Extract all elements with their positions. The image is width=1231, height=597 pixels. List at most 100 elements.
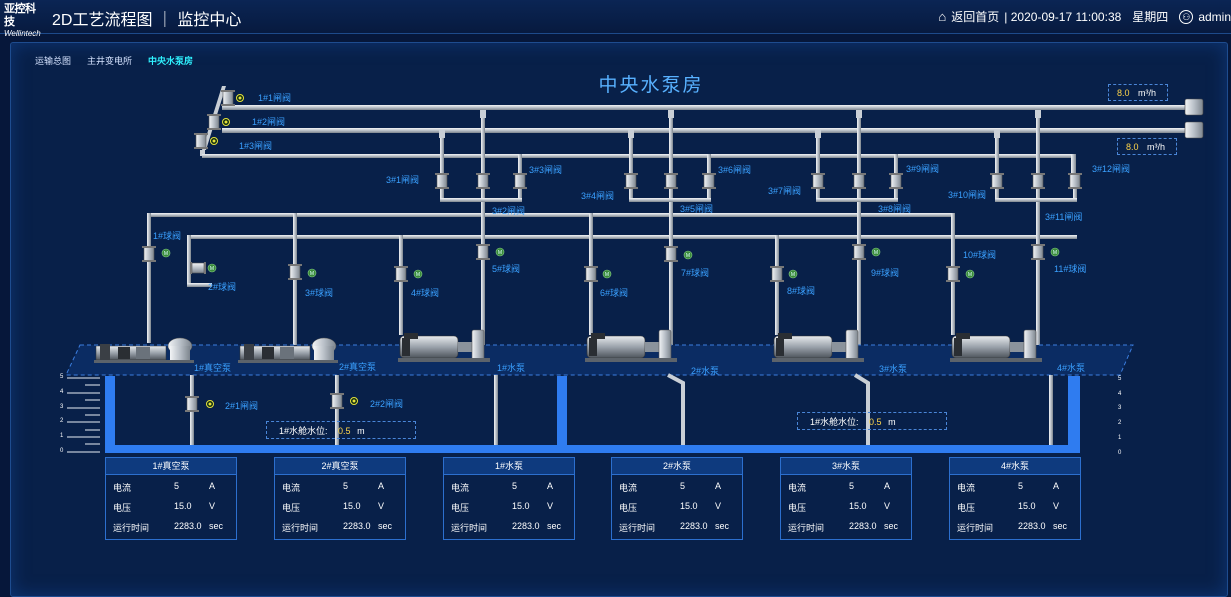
voltage-label: 电压: [957, 503, 976, 513]
scale-right-tick: 3: [1118, 405, 1122, 411]
runtime-unit: sec: [1053, 521, 1068, 531]
pump-card-pump4: 4#水泵 电流 5 A 电压 15.0 V 运行时间 2283.0 sec: [949, 457, 1081, 540]
voltage-value: 15.0: [174, 501, 192, 511]
scale-right-tick: 2: [1118, 420, 1122, 426]
equipment-label: 2#真空泵: [339, 362, 377, 372]
pump-card-vac1: 1#真空泵 电流 5 A 电压 15.0 V 运行时间 2283.0 sec: [105, 457, 237, 540]
voltage-unit: V: [209, 501, 216, 511]
equipment-label: 1#水泵: [497, 363, 526, 373]
runtime-label: 运行时间: [113, 523, 150, 533]
valve-label: 2#2闸阀: [370, 399, 404, 409]
scale-left-tick: 0: [60, 448, 64, 454]
valve-label: 5#球阀: [492, 264, 521, 274]
valve-label: 8#球阀: [787, 286, 816, 296]
scale-left-tick: 3: [60, 404, 64, 410]
water-level-2-unit: m: [888, 417, 896, 427]
equipment-label: 3#水泵: [879, 364, 908, 374]
current-unit: A: [715, 481, 722, 491]
scale-left-tick: 4: [60, 389, 64, 395]
runtime-value: 2283.0: [512, 521, 540, 531]
valve-label: 3#7闸阀: [768, 186, 802, 196]
pump-card-pump3: 3#水泵 电流 5 A 电压 15.0 V 运行时间 2283.0 sec: [780, 457, 912, 540]
current-label: 电流: [113, 483, 132, 493]
scale-right-tick: 0: [1118, 450, 1122, 456]
voltage-value: 15.0: [1018, 501, 1036, 511]
pump-card-title: 2#水泵: [612, 458, 742, 475]
water-level-1-unit: m: [357, 426, 365, 436]
voltage-unit: V: [378, 501, 385, 511]
voltage-label: 电压: [788, 503, 807, 513]
flow-meter-1-value: 8.0: [1117, 88, 1130, 98]
valve-label: 3#9闸阀: [906, 164, 940, 174]
current-label: 电流: [619, 483, 638, 493]
current-label: 电流: [451, 483, 470, 493]
valve-label: 1#球阀: [153, 231, 182, 241]
flow-meter-2-value: 8.0: [1126, 142, 1139, 152]
valve-label: 1#3闸阀: [239, 141, 273, 151]
runtime-label: 运行时间: [788, 523, 825, 533]
valve-label: 10#球阀: [963, 250, 997, 260]
valve-label: 3#8闸阀: [878, 204, 912, 214]
flow-meter-1-unit: m³/h: [1138, 88, 1157, 98]
pump-card-title: 1#水泵: [444, 458, 574, 475]
valve-label: 2#1闸阀: [225, 401, 259, 411]
runtime-value: 2283.0: [680, 521, 708, 531]
current-label: 电流: [282, 483, 301, 493]
flow-meter-2: 8.0 m³/h: [1117, 138, 1177, 155]
runtime-value: 2283.0: [849, 521, 877, 531]
current-label: 电流: [957, 483, 976, 493]
valve-label: 2#球阀: [208, 282, 237, 292]
scale-right-tick: 5: [1118, 376, 1122, 382]
runtime-unit: sec: [209, 521, 224, 531]
scale-left-tick: 1: [60, 433, 64, 439]
runtime-value: 2283.0: [1018, 521, 1046, 531]
voltage-label: 电压: [282, 503, 301, 513]
voltage-unit: V: [715, 501, 722, 511]
valve-label: 1#2闸阀: [252, 117, 286, 127]
water-level-2: 1#水舱水位: 0.5 m: [797, 412, 947, 430]
valve-label: 6#球阀: [600, 288, 629, 298]
runtime-value: 2283.0: [343, 521, 371, 531]
current-value: 5: [174, 481, 180, 491]
water-level-1: 1#水舱水位: 0.5 m: [266, 421, 416, 439]
runtime-unit: sec: [715, 521, 730, 531]
current-label: 电流: [788, 483, 807, 493]
scale-right-tick: 4: [1118, 391, 1122, 397]
current-value: 5: [343, 481, 349, 491]
current-unit: A: [1053, 481, 1060, 491]
voltage-value: 15.0: [343, 501, 361, 511]
current-value: 5: [1018, 481, 1024, 491]
water-level-2-value: 0.5: [869, 417, 882, 427]
valve-label: 7#球阀: [681, 268, 710, 278]
runtime-value: 2283.0: [174, 521, 202, 531]
voltage-label: 电压: [113, 503, 132, 513]
pump-card-title: 1#真空泵: [106, 458, 236, 475]
current-value: 5: [680, 481, 686, 491]
current-unit: A: [378, 481, 385, 491]
pump-card-title: 3#水泵: [781, 458, 911, 475]
scale-left-tick: 5: [60, 374, 64, 380]
valve-label: 3#6闸阀: [718, 165, 752, 175]
runtime-label: 运行时间: [619, 523, 656, 533]
water-level-1-value: 0.5: [338, 426, 351, 436]
current-value: 5: [849, 481, 855, 491]
valve-label: 3#球阀: [305, 288, 334, 298]
voltage-label: 电压: [619, 503, 638, 513]
pump-card-title: 4#水泵: [950, 458, 1080, 475]
valve-label: 3#11闸阀: [1045, 212, 1083, 222]
valve-label: 3#12闸阀: [1092, 164, 1131, 174]
pump-card-pump2: 2#水泵 电流 5 A 电压 15.0 V 运行时间 2283.0 sec: [611, 457, 743, 540]
valve-label: 3#2闸阀: [492, 206, 526, 216]
current-unit: A: [884, 481, 891, 491]
flow-meter-1: 8.0 m³/h: [1108, 84, 1168, 101]
current-value: 5: [512, 481, 518, 491]
runtime-label: 运行时间: [282, 523, 319, 533]
current-unit: A: [209, 481, 216, 491]
voltage-unit: V: [884, 501, 891, 511]
valve-label: 4#球阀: [411, 288, 440, 298]
pump-card-title: 2#真空泵: [275, 458, 405, 475]
voltage-value: 15.0: [680, 501, 698, 511]
valve-label: 3#3闸阀: [529, 165, 563, 175]
pump-card-pump1: 1#水泵 电流 5 A 电压 15.0 V 运行时间 2283.0 sec: [443, 457, 575, 540]
valve-label: 9#球阀: [871, 268, 900, 278]
